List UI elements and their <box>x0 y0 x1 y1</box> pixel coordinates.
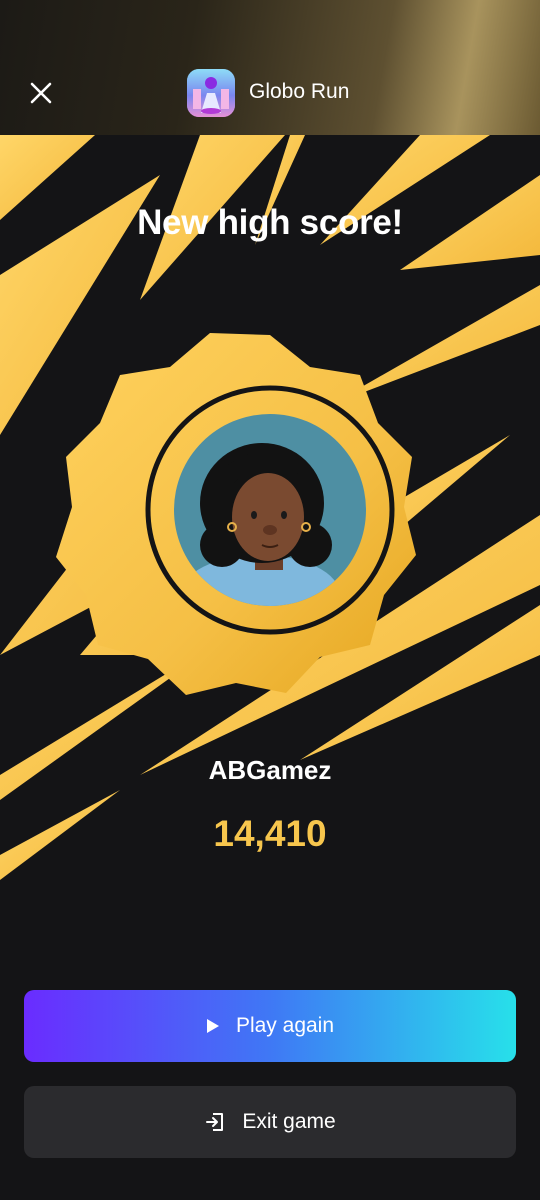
play-again-label: Play again <box>235 1014 335 1037</box>
top-bar: Globo Run <box>0 0 540 135</box>
exit-icon <box>206 1113 224 1131</box>
app-title: Globo Run <box>249 80 350 103</box>
exit-game-button[interactable]: Exit game <box>24 1086 516 1158</box>
player-score: 14,410 <box>213 813 327 854</box>
close-icon <box>30 82 52 104</box>
play-again-button[interactable]: Play again <box>24 990 516 1062</box>
exit-game-label: Exit game <box>242 1110 336 1133</box>
play-icon <box>206 1019 219 1033</box>
headline: New high score! <box>137 203 403 242</box>
close-button[interactable] <box>26 78 56 108</box>
app-icon <box>187 69 235 117</box>
player-username: ABGamez <box>208 755 332 785</box>
